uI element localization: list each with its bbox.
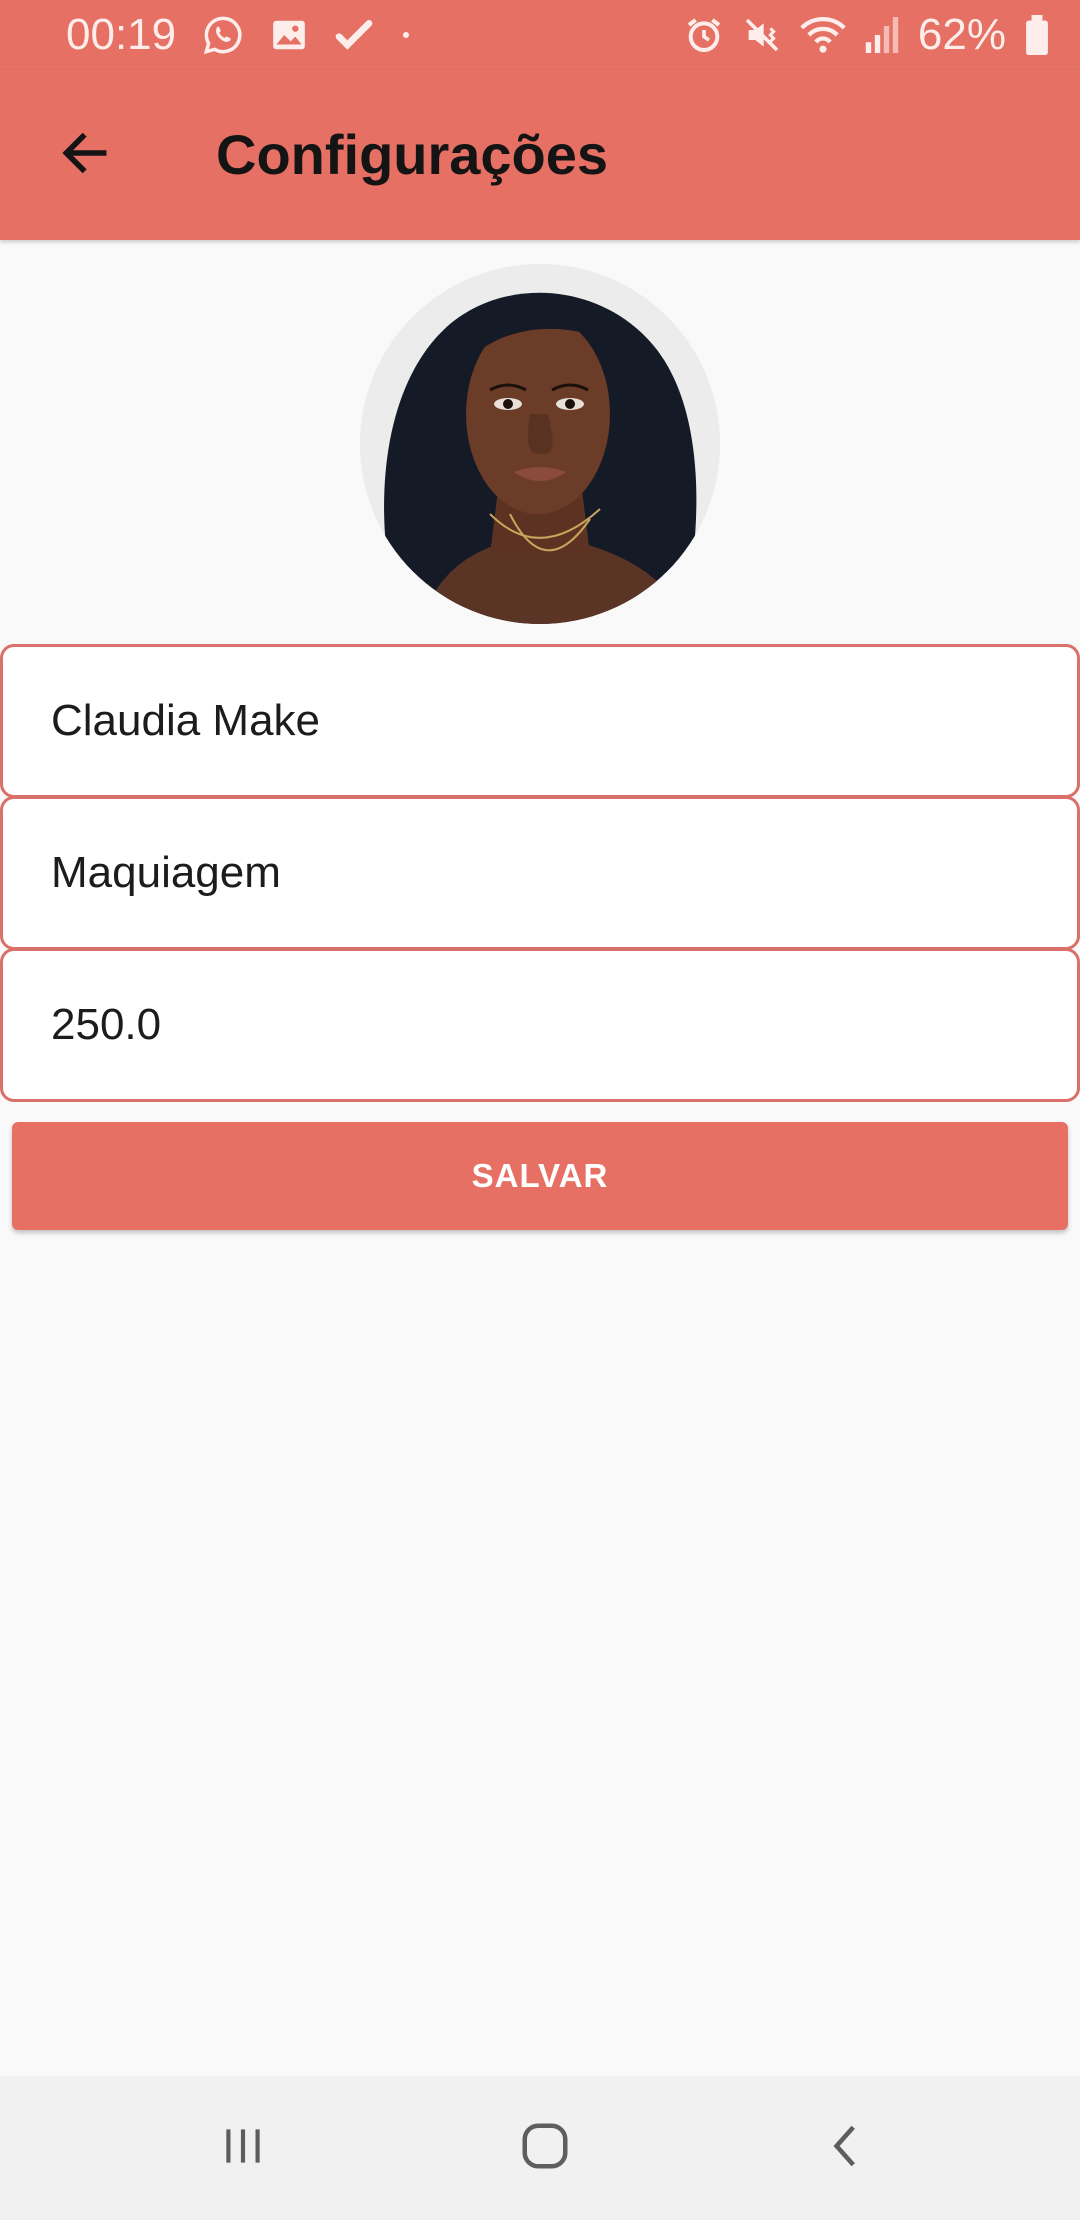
page-title: Configurações (216, 123, 609, 186)
nav-back-button[interactable] (802, 2106, 892, 2190)
price-field[interactable] (0, 948, 1080, 1102)
status-right: 62% (666, 10, 1050, 60)
profile-photo (360, 264, 720, 624)
mute-vibrate-icon (742, 15, 782, 55)
price-input[interactable] (3, 951, 1077, 1099)
recent-apps-button[interactable] (198, 2106, 288, 2190)
name-input[interactable] (3, 647, 1077, 795)
status-left: 00:19 (66, 10, 438, 60)
status-bar: 00:19 62% (0, 0, 1080, 70)
signal-icon (864, 15, 900, 55)
battery-icon (1024, 15, 1050, 55)
home-icon (518, 2119, 572, 2178)
avatar[interactable] (360, 264, 720, 624)
wifi-icon (800, 15, 846, 55)
back-icon (822, 2121, 872, 2176)
dot-icon (400, 29, 412, 41)
check-icon (334, 15, 374, 55)
arrow-back-icon (57, 125, 113, 186)
battery-percent: 62% (917, 10, 1006, 59)
gallery-icon (270, 16, 308, 54)
app-bar: Configurações (0, 70, 1080, 240)
home-button[interactable] (500, 2106, 590, 2190)
category-field[interactable] (0, 796, 1080, 950)
category-input[interactable] (3, 799, 1077, 947)
save-button[interactable]: SALVAR (12, 1122, 1068, 1230)
navigation-bar (0, 2076, 1080, 2220)
whatsapp-icon (202, 14, 244, 56)
alarm-icon (684, 15, 724, 55)
recent-apps-icon (218, 2121, 268, 2176)
status-time: 00:19 (66, 10, 177, 59)
back-button[interactable] (44, 114, 126, 196)
name-field[interactable] (0, 644, 1080, 798)
